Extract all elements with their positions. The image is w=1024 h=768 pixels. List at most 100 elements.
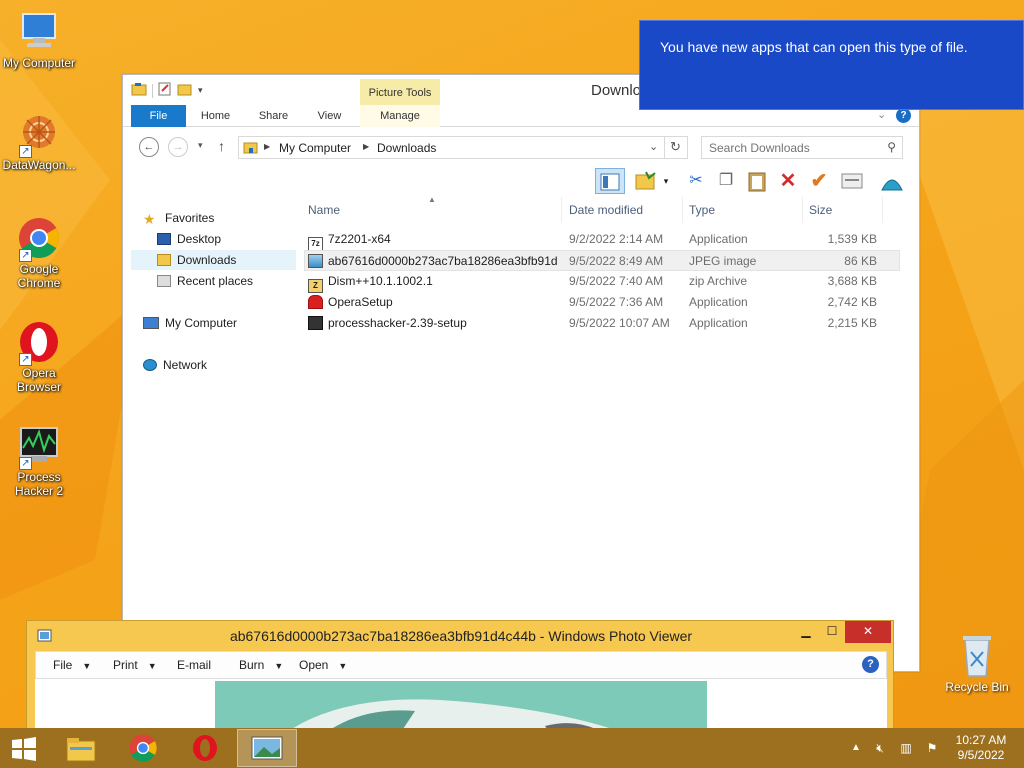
nav-downloads[interactable]: Downloads xyxy=(131,250,296,270)
breadcrumb-my-computer[interactable]: My Computer xyxy=(279,141,351,155)
preview-pane-icon[interactable] xyxy=(595,168,625,194)
search-input[interactable] xyxy=(709,141,874,155)
shortcut-arrow-icon: ↗ xyxy=(19,353,32,366)
recent-locations-icon[interactable]: ▾ xyxy=(198,140,203,151)
zip-archive-icon: Z xyxy=(308,279,323,293)
nav-my-computer[interactable]: My Computer xyxy=(143,313,237,333)
address-bar[interactable]: ▶ My Computer ▶ Downloads ⌄ ↻ xyxy=(238,136,688,159)
chevron-down-icon[interactable]: ▾ xyxy=(659,168,673,194)
address-row: ← → ▾ ↑ ▶ My Computer ▶ Downloads ⌄ ↻ ⚲ xyxy=(123,135,919,161)
app-notification-toast[interactable]: You have new apps that can open this typ… xyxy=(639,20,1024,110)
column-header-name[interactable]: Name xyxy=(304,197,562,223)
folder-options-icon[interactable] xyxy=(633,168,659,194)
7zip-app-icon: 7z xyxy=(308,237,323,251)
desktop-icon-datawagon[interactable]: ↗ DataWagon... xyxy=(0,112,78,172)
menu-label: Open xyxy=(299,658,329,672)
shell-icon[interactable] xyxy=(879,168,905,194)
address-dropdown-icon[interactable]: ⌄ xyxy=(649,140,658,153)
nav-desktop[interactable]: Desktop xyxy=(157,229,221,249)
menu-print[interactable]: Print ▼ xyxy=(113,658,157,672)
menu-email[interactable]: E-mail xyxy=(177,658,211,672)
desktop-icon-label: DataWagon... xyxy=(2,158,76,172)
properties-icon[interactable] xyxy=(158,82,172,99)
taskbar-photo-viewer[interactable] xyxy=(237,729,297,767)
tab-view[interactable]: View xyxy=(307,105,352,127)
column-header-size[interactable]: Size xyxy=(805,197,883,223)
rename-icon[interactable]: ✔ xyxy=(806,168,832,194)
desktop-icon-google-chrome[interactable]: ↗ Google Chrome xyxy=(0,216,78,290)
desktop-icon-label: Chrome xyxy=(17,276,61,290)
file-size: 86 KB xyxy=(844,254,877,268)
network-icon[interactable]: ▥ xyxy=(896,728,916,768)
chevron-down-icon: ▼ xyxy=(82,661,92,671)
show-hidden-icons-button[interactable]: ▲ xyxy=(848,728,864,768)
navigation-pane: ★ Favorites Desktop Downloads Recent plac… xyxy=(131,203,296,663)
search-icon[interactable]: ⚲ xyxy=(887,140,896,154)
help-icon[interactable]: ? xyxy=(896,108,911,123)
computer-icon xyxy=(143,317,159,329)
properties-icon[interactable] xyxy=(839,168,865,194)
nav-recent-places[interactable]: Recent places xyxy=(157,271,253,291)
help-icon[interactable]: ? xyxy=(862,656,879,673)
chevron-down-icon[interactable]: ▾ xyxy=(198,85,203,96)
folder-icon xyxy=(243,140,259,158)
taskbar-chrome[interactable] xyxy=(113,729,173,767)
menu-label: Burn xyxy=(239,658,265,672)
column-header-type[interactable]: Type xyxy=(685,197,803,223)
qat-separator xyxy=(152,83,153,98)
photo-viewer-menubar: File ▼ Print ▼ E-mail Burn ▼ Open ▼ ? xyxy=(35,651,887,679)
refresh-icon[interactable]: ↻ xyxy=(664,136,686,159)
desktop-icon-my-computer[interactable]: My Computer xyxy=(0,10,78,70)
taskbar: ▲ 🔇︎ ▥ ⚑ 10:27 AM 9/5/2022 xyxy=(0,728,1024,768)
nav-label: My Computer xyxy=(165,316,238,330)
nav-label: Desktop xyxy=(177,232,222,246)
folder-icon[interactable] xyxy=(131,82,147,99)
maximize-button[interactable]: ☐ xyxy=(819,621,845,643)
file-row-selected[interactable]: ab67616d0000b273ac7ba18286ea3bfb91d... 9… xyxy=(304,250,900,271)
tab-manage[interactable]: Manage xyxy=(360,105,440,127)
menu-file[interactable]: File ▼ xyxy=(53,658,91,672)
file-row[interactable]: Z Dism++10.1.1002.1 9/5/2022 7:40 AM zip … xyxy=(304,271,900,293)
nav-favorites[interactable]: ★ Favorites xyxy=(143,208,214,228)
paste-icon[interactable] xyxy=(744,168,770,194)
taskbar-opera[interactable] xyxy=(175,729,235,767)
delete-icon[interactable]: ✕ xyxy=(775,168,801,194)
file-size: 2,742 KB xyxy=(827,295,877,309)
desktop-icon-recycle-bin[interactable]: Recycle Bin xyxy=(938,630,1016,694)
back-button[interactable]: ← xyxy=(139,137,159,157)
clock[interactable]: 10:27 AM 9/5/2022 xyxy=(948,728,1014,768)
shortcut-arrow-icon: ↗ xyxy=(19,145,32,158)
minimize-button[interactable]: ▁ xyxy=(793,621,819,643)
nav-network[interactable]: Network xyxy=(143,355,207,375)
nav-label: Network xyxy=(163,358,208,372)
file-type: JPEG image xyxy=(689,254,757,268)
nav-label: Favorites xyxy=(165,211,215,225)
speaker-muted-icon[interactable]: 🔇︎ xyxy=(870,728,890,768)
cut-icon[interactable]: ✂ xyxy=(683,168,709,194)
file-size: 3,688 KB xyxy=(827,274,877,288)
breadcrumb-downloads[interactable]: Downloads xyxy=(377,141,436,155)
close-button[interactable]: ✕ xyxy=(845,621,891,643)
copy-icon[interactable]: ❐ xyxy=(713,168,739,194)
shell-toolbar: ▾ ✂ ❐ ✕ ✔ xyxy=(123,165,919,197)
column-header-date[interactable]: Date modified xyxy=(565,197,683,223)
desktop-icon-label: Google xyxy=(19,262,59,276)
start-button[interactable] xyxy=(0,729,48,767)
file-date: 9/5/2022 8:49 AM xyxy=(569,254,664,268)
desktop-icon-opera-browser[interactable]: ↗ Opera Browser xyxy=(0,320,78,394)
up-arrow-icon[interactable]: ↑ xyxy=(218,138,225,154)
file-row[interactable]: processhacker-2.39-setup 9/5/2022 10:07 … xyxy=(304,313,900,334)
file-row[interactable]: 7z 7z2201-x64 9/2/2022 2:14 AM Applicatio… xyxy=(304,229,900,251)
menu-burn[interactable]: Burn ▼ xyxy=(239,658,283,672)
tab-home[interactable]: Home xyxy=(193,105,238,127)
taskbar-file-explorer[interactable] xyxy=(51,729,111,767)
search-box[interactable]: ⚲ xyxy=(701,136,903,159)
tab-file[interactable]: File xyxy=(131,105,186,127)
menu-open[interactable]: Open ▼ xyxy=(299,658,347,672)
action-center-flag-icon[interactable]: ⚑ xyxy=(922,728,942,768)
forward-button[interactable]: → xyxy=(168,137,188,157)
tab-share[interactable]: Share xyxy=(251,105,296,127)
desktop-icon-process-hacker[interactable]: ↗ Process Hacker 2 xyxy=(0,424,78,498)
file-row[interactable]: OperaSetup 9/5/2022 7:36 AM Application … xyxy=(304,292,900,313)
new-folder-icon[interactable] xyxy=(177,82,193,99)
